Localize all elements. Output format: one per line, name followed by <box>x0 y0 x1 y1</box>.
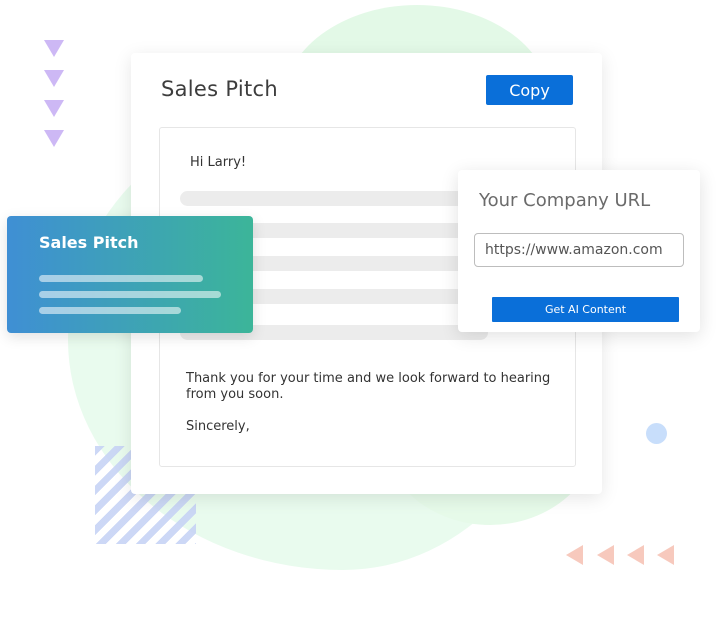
triangle-down-decoration <box>44 130 64 147</box>
get-ai-content-button[interactable]: Get AI Content <box>492 297 679 322</box>
triangle-left-decoration <box>566 545 583 565</box>
placeholder-text-line <box>39 291 221 298</box>
triangle-left-decoration <box>627 545 644 565</box>
placeholder-text-line <box>39 307 181 314</box>
triangle-down-decoration <box>44 70 64 87</box>
triangle-down-decoration <box>44 100 64 117</box>
email-signoff: Sincerely, <box>186 419 250 434</box>
company-url-input[interactable] <box>474 233 684 267</box>
url-card-title: Your Company URL <box>479 190 651 211</box>
sales-pitch-preview-card: Sales Pitch <box>7 216 253 333</box>
email-greeting: Hi Larry! <box>190 155 247 170</box>
email-closing: Thank you for your time and we look forw… <box>186 371 551 402</box>
triangle-left-decoration <box>657 545 674 565</box>
placeholder-text-line <box>39 275 203 282</box>
placeholder-text-line <box>180 191 485 206</box>
card-title: Sales Pitch <box>161 77 278 101</box>
preview-title: Sales Pitch <box>39 233 139 252</box>
triangle-left-decoration <box>597 545 614 565</box>
copy-button[interactable]: Copy <box>486 75 573 105</box>
circle-decoration <box>646 423 667 444</box>
company-url-card: Your Company URL Get AI Content <box>458 170 700 332</box>
triangle-down-decoration <box>44 40 64 57</box>
